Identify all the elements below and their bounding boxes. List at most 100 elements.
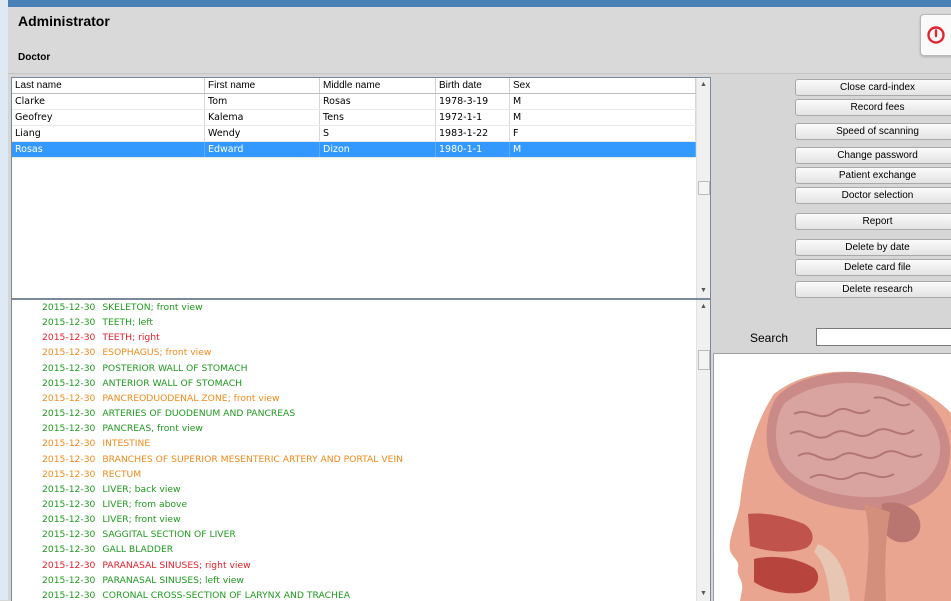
column-header-last-name[interactable]: Last name bbox=[12, 78, 205, 94]
study-item[interactable]: 2015-12-30 PANCREAS, front view bbox=[42, 423, 203, 434]
study-item[interactable]: 2015-12-30 INTESTINE bbox=[42, 438, 150, 449]
study-item[interactable]: 2015-12-30 POSTERIOR WALL OF STOMACH bbox=[42, 363, 248, 374]
studies-scrollbar[interactable]: ▲ ▼ bbox=[696, 300, 710, 601]
cell-birth-date: 1980-1-1 bbox=[435, 141, 510, 158]
study-name: SKELETON; front view bbox=[102, 302, 203, 313]
study-item[interactable]: 2015-12-30 BRANCHES OF SUPERIOR MESENTER… bbox=[42, 454, 403, 465]
record-fees-button[interactable]: Record fees bbox=[795, 99, 951, 116]
study-date: 2015-12-30 bbox=[42, 423, 96, 435]
delete-research-button[interactable]: Delete research bbox=[795, 281, 951, 298]
study-date: 2015-12-30 bbox=[42, 302, 96, 313]
cell-last-name: Geofrey bbox=[12, 109, 205, 126]
study-date: 2015-12-30 bbox=[42, 347, 96, 359]
patient-exchange-button[interactable]: Patient exchange bbox=[795, 167, 951, 184]
scroll-down-arrow-icon[interactable]: ▼ bbox=[697, 284, 710, 298]
study-item[interactable]: 2015-12-30 LIVER; from above bbox=[42, 499, 187, 510]
study-name: ARTERIES OF DUODENUM AND PANCREAS bbox=[102, 408, 296, 420]
head-anatomy-image bbox=[729, 371, 951, 601]
study-item[interactable]: 2015-12-30 RECTUM bbox=[42, 469, 141, 480]
column-header-sex[interactable]: Sex bbox=[509, 78, 696, 94]
patients-table: Last name First name Middle name Birth d… bbox=[12, 78, 696, 158]
scrollbar-thumb[interactable] bbox=[698, 350, 710, 370]
report-button[interactable]: Report bbox=[795, 213, 951, 230]
user-role: Doctor bbox=[18, 52, 51, 63]
scroll-up-arrow-icon[interactable]: ▲ bbox=[697, 300, 710, 314]
study-item[interactable]: 2015-12-30 GALL BLADDER bbox=[42, 544, 173, 555]
search-input[interactable] bbox=[816, 328, 951, 346]
study-name: PARANASAL SINUSES; left view bbox=[102, 574, 244, 586]
column-header-middle-name[interactable]: Middle name bbox=[319, 78, 436, 94]
study-date: 2015-12-30 bbox=[42, 559, 96, 571]
study-date: 2015-12-30 bbox=[42, 377, 96, 389]
study-date: 2015-12-30 bbox=[42, 529, 96, 541]
delete-card-file-button[interactable]: Delete card file bbox=[795, 259, 951, 276]
cell-birth-date: 1978-3-19 bbox=[435, 93, 510, 110]
study-date: 2015-12-30 bbox=[42, 453, 96, 465]
table-row[interactable]: Liang Wendy S 1983-1-22 F bbox=[12, 125, 696, 142]
cell-middle-name: Tens bbox=[319, 109, 436, 126]
study-name: SAGGITAL SECTION OF LIVER bbox=[102, 529, 236, 541]
study-item[interactable]: 2015-12-30 PANCREODUODENAL ZONE; front v… bbox=[42, 393, 280, 404]
power-icon bbox=[927, 26, 945, 44]
anatomy-preview-panel bbox=[713, 353, 951, 601]
cell-middle-name: S bbox=[319, 125, 436, 142]
cell-birth-date: 1972-1-1 bbox=[435, 109, 510, 126]
scrollbar-thumb[interactable] bbox=[698, 181, 710, 195]
patients-scrollbar[interactable]: ▲ ▼ bbox=[696, 78, 710, 298]
study-item[interactable]: 2015-12-30 ARTERIES OF DUODENUM AND PANC… bbox=[42, 408, 295, 419]
change-password-button[interactable]: Change password bbox=[795, 147, 951, 164]
study-item[interactable]: 2015-12-30 SAGGITAL SECTION OF LIVER bbox=[42, 529, 236, 540]
window-left-edge bbox=[0, 0, 8, 600]
cell-middle-name: Rosas bbox=[319, 93, 436, 110]
study-name: TEETH; right bbox=[102, 332, 160, 344]
study-item[interactable]: 2015-12-30 TEETH; right bbox=[42, 332, 160, 343]
delete-by-date-button[interactable]: Delete by date bbox=[795, 239, 951, 256]
study-name: CORONAL CROSS-SECTION OF LARYNX AND TRAC… bbox=[102, 589, 351, 601]
study-name: ANTERIOR WALL OF STOMACH bbox=[102, 377, 243, 389]
study-name: ESOPHAGUS; front view bbox=[102, 347, 212, 359]
study-name: GALL BLADDER bbox=[102, 544, 174, 556]
cell-sex: M bbox=[509, 109, 696, 126]
exit-button[interactable] bbox=[920, 14, 951, 56]
study-date: 2015-12-30 bbox=[42, 574, 96, 586]
study-item[interactable]: 2015-12-30 PARANASAL SINUSES; right view bbox=[42, 560, 251, 571]
study-date: 2015-12-30 bbox=[42, 332, 96, 344]
scroll-up-arrow-icon[interactable]: ▲ bbox=[697, 78, 710, 92]
user-title: Administrator bbox=[18, 13, 110, 29]
study-item[interactable]: 2015-12-30 CORONAL CROSS-SECTION OF LARY… bbox=[42, 590, 350, 601]
search-label: Search bbox=[750, 331, 789, 345]
study-name: TEETH; left bbox=[102, 317, 153, 329]
study-item[interactable]: 2015-12-30 PARANASAL SINUSES; left view bbox=[42, 575, 244, 586]
cell-last-name: Liang bbox=[12, 125, 205, 142]
cell-first-name: Wendy bbox=[204, 125, 320, 142]
cell-first-name: Edward bbox=[204, 141, 320, 158]
table-row-selected[interactable]: Rosas Edward Dizon 1980-1-1 M bbox=[12, 141, 696, 158]
scroll-down-arrow-icon[interactable]: ▼ bbox=[697, 587, 710, 601]
study-date: 2015-12-30 bbox=[42, 589, 96, 601]
study-item[interactable]: 2015-12-30 LIVER; back view bbox=[42, 484, 181, 495]
study-date: 2015-12-30 bbox=[42, 483, 96, 495]
study-date: 2015-12-30 bbox=[42, 498, 96, 510]
table-row[interactable]: Geofrey Kalema Tens 1972-1-1 M bbox=[12, 109, 696, 126]
study-item[interactable]: 2015-12-30 TEETH; left bbox=[42, 317, 153, 328]
study-date: 2015-12-30 bbox=[42, 362, 96, 374]
close-card-index-button[interactable]: Close card-index bbox=[795, 79, 951, 96]
speed-of-scanning-button[interactable]: Speed of scanning bbox=[795, 123, 951, 140]
cell-sex: F bbox=[509, 125, 696, 142]
study-item[interactable]: 2015-12-30 SKELETON; front view bbox=[42, 302, 203, 313]
study-item[interactable]: 2015-12-30 ESOPHAGUS; front view bbox=[42, 347, 211, 358]
cell-birth-date: 1983-1-22 bbox=[435, 125, 510, 142]
study-name: LIVER; from above bbox=[102, 498, 188, 510]
doctor-selection-button[interactable]: Doctor selection bbox=[795, 187, 951, 204]
column-header-birth-date[interactable]: Birth date bbox=[435, 78, 510, 94]
cell-first-name: Tom bbox=[204, 93, 320, 110]
study-item[interactable]: 2015-12-30 ANTERIOR WALL OF STOMACH bbox=[42, 378, 242, 389]
study-date: 2015-12-30 bbox=[42, 392, 96, 404]
study-date: 2015-12-30 bbox=[42, 408, 96, 420]
column-header-first-name[interactable]: First name bbox=[204, 78, 320, 94]
table-row[interactable]: Clarke Tom Rosas 1978-3-19 M bbox=[12, 93, 696, 110]
cell-last-name: Clarke bbox=[12, 93, 205, 110]
study-item[interactable]: 2015-12-30 LIVER; front view bbox=[42, 514, 181, 525]
study-name: POSTERIOR WALL OF STOMACH bbox=[102, 362, 248, 374]
header-bar: Administrator Doctor bbox=[8, 0, 951, 74]
